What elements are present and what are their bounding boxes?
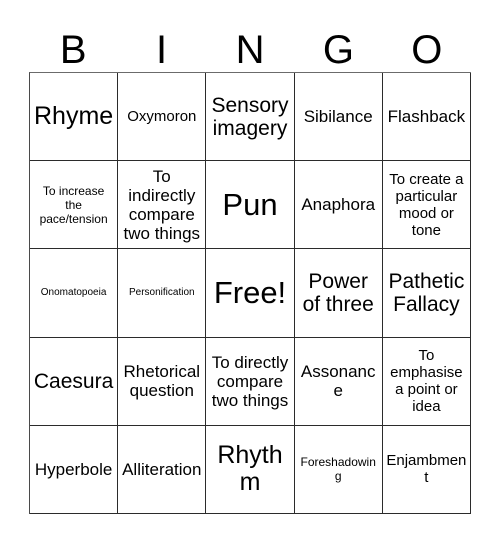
bingo-cell-label: Caesura [33, 369, 114, 393]
bingo-header-letter-g: G [322, 28, 354, 72]
bingo-cell-label: Sensory imagery [211, 93, 289, 140]
bingo-cell[interactable]: Personification [118, 249, 207, 338]
bingo-cell-label: Foreshadowing [300, 455, 376, 484]
bingo-header-row: B I N G O [29, 22, 471, 72]
bingo-cell[interactable]: Pun [206, 161, 295, 250]
bingo-cell-label: To create a particular mood or tone [389, 170, 464, 239]
bingo-cell-label: Enjambment [386, 452, 467, 487]
bingo-header-letter-i: I [156, 28, 168, 72]
bingo-cell-label: Rhyme [34, 102, 114, 131]
bingo-cell[interactable]: Foreshadowing [294, 425, 383, 514]
bingo-cell-label: Rhetorical question [123, 362, 201, 401]
bingo-cell[interactable]: Alliteration [118, 425, 207, 514]
bingo-cell-label: Power of three [302, 269, 374, 316]
bingo-cell-label: Hyperbole [34, 459, 113, 479]
bingo-cell[interactable]: Pathetic Fallacy [382, 249, 471, 338]
bingo-header-letter-n: N [235, 28, 265, 72]
bingo-cell[interactable]: Rhyme [30, 73, 119, 162]
bingo-cell-label: Pathetic Fallacy [388, 269, 465, 316]
bingo-cell-label: Flashback [387, 107, 466, 127]
bingo-cell[interactable]: Power of three [294, 249, 383, 338]
bingo-cell[interactable]: Flashback [382, 73, 471, 162]
bingo-cell-label: To emphasise a point or idea [390, 347, 463, 416]
bingo-cell[interactable]: Assonance [294, 337, 383, 426]
bingo-cell[interactable]: Enjambment [382, 425, 471, 514]
bingo-cell[interactable]: Onomatopoeia [30, 249, 119, 338]
bingo-cell-label: Pun [222, 186, 278, 222]
bingo-cell[interactable]: To directly compare two things [206, 337, 295, 426]
bingo-cell-label: Alliteration [122, 459, 202, 479]
bingo-grid: Rhyme Oxymoron Sensory imagery Sibilance… [29, 72, 471, 514]
bingo-header-letter-b: B [59, 28, 87, 72]
bingo-cell-label: To directly compare two things [211, 352, 289, 410]
bingo-card: B I N G O Rhyme Oxymoron Sensory imagery… [0, 0, 500, 544]
bingo-header-letter-o: O [411, 28, 443, 72]
bingo-cell[interactable]: To indirectly compare two things [118, 161, 207, 250]
bingo-cell[interactable]: Anaphora [294, 161, 383, 250]
bingo-cell-label: To indirectly compare two things [123, 166, 201, 243]
bingo-cell-label: Free! [213, 274, 287, 310]
bingo-cell-label: Rhythm [217, 441, 283, 497]
bingo-cell-label: To increase the pace/tension [39, 183, 108, 226]
bingo-cell[interactable]: To create a particular mood or tone [382, 161, 471, 250]
bingo-cell-label: Oxymoron [127, 108, 197, 126]
bingo-cell[interactable]: Sensory imagery [206, 73, 295, 162]
bingo-cell[interactable]: Oxymoron [118, 73, 207, 162]
bingo-cell-label: Assonance [300, 362, 376, 401]
bingo-cell[interactable]: Rhetorical question [118, 337, 207, 426]
bingo-cell[interactable]: Hyperbole [30, 425, 119, 514]
bingo-cell-label: Sibilance [303, 107, 373, 127]
bingo-cell[interactable]: To increase the pace/tension [30, 161, 119, 250]
bingo-cell-free[interactable]: Free! [206, 249, 295, 338]
bingo-cell[interactable]: Sibilance [294, 73, 383, 162]
bingo-cell-label: Onomatopoeia [40, 286, 107, 298]
bingo-cell[interactable]: To emphasise a point or idea [382, 337, 471, 426]
bingo-cell-label: Anaphora [301, 195, 376, 215]
bingo-cell[interactable]: Rhythm [206, 425, 295, 514]
bingo-cell[interactable]: Caesura [30, 337, 119, 426]
bingo-cell-label: Personification [128, 286, 195, 298]
